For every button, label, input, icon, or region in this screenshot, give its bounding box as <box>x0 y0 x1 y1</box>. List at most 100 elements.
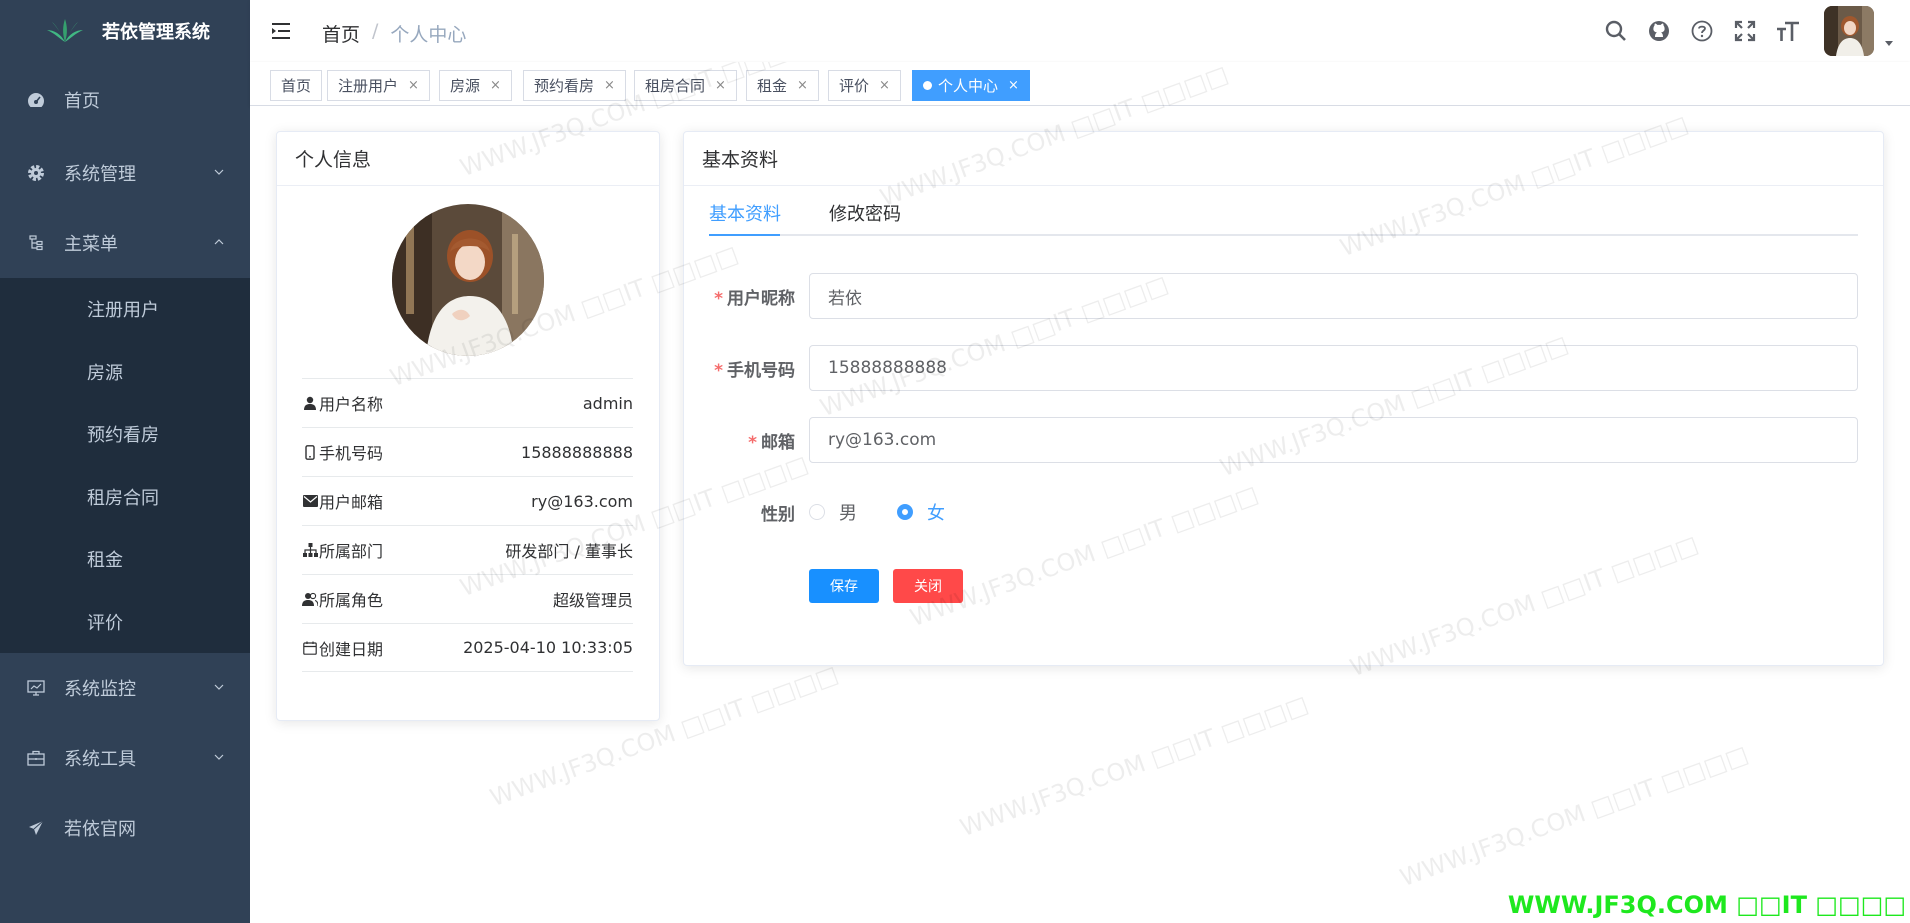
tag-reviews[interactable]: 评价 × <box>828 70 901 101</box>
required-mark: * <box>748 432 757 453</box>
info-value: admin <box>582 393 633 413</box>
nickname-input[interactable]: 若依 <box>809 273 1858 319</box>
caret-down-icon[interactable] <box>1884 38 1894 48</box>
phone-input[interactable]: 15888888888 <box>809 345 1858 391</box>
tag-label: 预约看房 <box>534 77 595 95</box>
basic-info-card: 基本资料 基本资料 修改密码 * 用户昵称 若依 * 手机号码 1588888888… <box>683 131 1884 666</box>
sidebar-item-monitor[interactable]: 系统监控 <box>0 653 250 723</box>
info-row-created: 创建日期 2025-04-10 10:33:05 <box>302 623 633 672</box>
gender-label: 性别 <box>761 504 795 525</box>
sidebar-item-main-menu[interactable]: 主菜单 <box>0 208 250 278</box>
sidebar-item-contracts[interactable]: 租房合同 <box>0 466 250 529</box>
close-icon[interactable]: × <box>490 78 501 93</box>
tab-change-password[interactable]: 修改密码 <box>829 200 901 226</box>
info-row-email: 用户邮箱 ry@163.com <box>302 476 633 525</box>
sidebar-item-listings[interactable]: 房源 <box>0 341 250 404</box>
org-icon <box>302 542 318 558</box>
profile-info-list: 用户名称 admin 手机号码 15888888888 用户邮箱 ry@163.… <box>302 378 633 672</box>
close-icon[interactable]: × <box>408 78 419 93</box>
close-icon[interactable]: × <box>1008 78 1019 93</box>
required-mark: * <box>714 288 723 309</box>
profile-avatar[interactable] <box>392 204 544 356</box>
search-icon[interactable] <box>1603 19 1628 44</box>
sidebar-item-viewings[interactable]: 预约看房 <box>0 403 250 466</box>
tag-label: 租房合同 <box>645 77 706 95</box>
tab-basic-info[interactable]: 基本资料 <box>709 200 781 226</box>
form-row-phone: * 手机号码 15888888888 <box>709 345 1858 391</box>
active-dot-icon <box>923 81 932 90</box>
tag-label: 租金 <box>757 77 788 95</box>
gender-radio-male[interactable]: 男 <box>809 499 857 525</box>
email-input[interactable]: ry@163.com <box>809 417 1858 463</box>
breadcrumb-home[interactable]: 首页 <box>322 20 360 47</box>
app-title: 若依管理系统 <box>102 22 210 43</box>
sidebar-item-reviews[interactable]: 评价 <box>0 591 250 654</box>
tag-viewings[interactable]: 预约看房 × <box>523 70 626 101</box>
tag-label: 首页 <box>281 77 312 95</box>
phone-label: 手机号码 <box>727 360 795 381</box>
basic-info-card-title: 基本资料 <box>684 132 1883 186</box>
monitor-icon <box>26 678 46 698</box>
phone-icon <box>302 444 318 460</box>
tag-registered-users[interactable]: 注册用户 × <box>327 70 430 101</box>
logo[interactable]: 若依管理系统 <box>0 0 250 62</box>
sidebar-item-label: 若依官网 <box>64 819 136 840</box>
info-row-username: 用户名称 admin <box>302 378 633 427</box>
close-icon[interactable]: × <box>604 78 615 93</box>
tag-rent[interactable]: 租金 × <box>746 70 819 101</box>
form-actions: 保存 关闭 <box>709 563 1858 609</box>
info-value: ry@163.com <box>531 491 633 511</box>
tab-active-indicator <box>709 234 780 236</box>
tag-home[interactable]: 首页 <box>270 70 323 101</box>
sidebar-item-rent[interactable]: 租金 <box>0 528 250 591</box>
sidebar-item-system[interactable]: 系统管理 <box>0 138 250 208</box>
radio-label: 女 <box>927 503 945 524</box>
save-button[interactable]: 保存 <box>809 569 879 603</box>
chevron-up-icon <box>214 239 224 245</box>
tag-contracts[interactable]: 租房合同 × <box>634 70 737 101</box>
fullscreen-icon[interactable] <box>1732 19 1757 44</box>
info-value: 超级管理员 <box>552 591 633 610</box>
close-icon[interactable]: × <box>797 78 808 93</box>
sidebar-item-tools[interactable]: 系统工具 <box>0 723 250 793</box>
sidebar-item-website[interactable]: 若依官网 <box>0 793 250 863</box>
tag-listings[interactable]: 房源 × <box>439 70 512 101</box>
info-value: 2025-04-10 10:33:05 <box>463 638 633 657</box>
profile-card-title: 个人信息 <box>277 132 659 186</box>
sidebar: 若依管理系统 首页 系统管理 主菜单 注册用户 房源 预约看房 租房合同 租金 … <box>0 0 250 923</box>
info-row-phone: 手机号码 15888888888 <box>302 427 633 476</box>
help-icon[interactable] <box>1689 19 1714 44</box>
chevron-down-icon <box>214 169 224 175</box>
info-label: 所属部门 <box>319 542 384 561</box>
toolbox-icon <box>26 748 46 768</box>
required-mark: * <box>714 360 723 381</box>
breadcrumb-current: 个人中心 <box>390 24 467 46</box>
sidebar-item-registered-users[interactable]: 注册用户 <box>0 278 250 341</box>
radio-circle <box>897 504 913 520</box>
close-icon[interactable]: × <box>879 78 890 93</box>
gear-icon <box>26 163 46 183</box>
info-row-role: 所属角色 超级管理员 <box>302 574 633 623</box>
mail-icon <box>302 493 318 509</box>
send-icon <box>26 818 46 838</box>
gender-radio-female[interactable]: 女 <box>897 499 945 525</box>
sidebar-item-label: 系统工具 <box>64 749 136 770</box>
info-value: 研发部门 / 董事长 <box>505 542 633 561</box>
info-label: 创建日期 <box>319 639 384 659</box>
tag-profile[interactable]: 个人中心 × <box>912 70 1030 101</box>
close-icon[interactable]: × <box>715 78 726 93</box>
dashboard-icon <box>26 90 46 110</box>
hamburger-icon[interactable] <box>270 20 292 42</box>
tree-icon <box>26 233 46 253</box>
close-button[interactable]: 关闭 <box>893 569 963 603</box>
sidebar-item-home[interactable]: 首页 <box>0 62 250 138</box>
radio-label: 男 <box>839 503 857 524</box>
form-row-gender: 性别 男 女 <box>709 489 1858 535</box>
email-label: 邮箱 <box>761 432 795 453</box>
submenu: 注册用户 房源 预约看房 租房合同 租金 评价 <box>0 278 250 653</box>
github-icon[interactable] <box>1646 19 1671 44</box>
calendar-icon <box>302 640 318 656</box>
avatar[interactable] <box>1824 6 1874 56</box>
main-content: 个人信息 用户名称 admin 手机号码 15888888888 用户邮箱 ry… <box>250 106 1910 923</box>
font-size-icon[interactable] <box>1775 19 1800 44</box>
